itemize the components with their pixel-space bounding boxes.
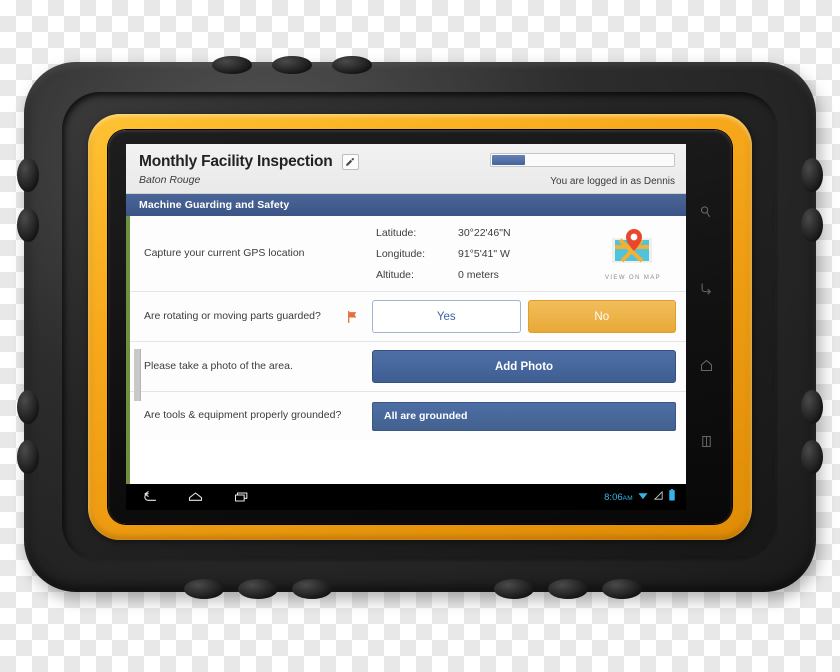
section-header: Machine Guarding and Safety bbox=[126, 194, 686, 216]
map-pin-icon bbox=[606, 227, 660, 272]
rugged-tablet-device: Monthly Facility Inspection Baton Rouge … bbox=[17, 56, 823, 599]
longitude-field: Longitude: 91°5'41" W bbox=[376, 248, 590, 260]
case-grip-nub bbox=[602, 579, 642, 599]
tools-grounded-value[interactable]: All are grounded bbox=[372, 401, 676, 431]
case-grip-nub bbox=[292, 579, 332, 599]
form-rows: Capture your current GPS location Latitu… bbox=[130, 216, 686, 484]
case-grip-nub bbox=[17, 208, 39, 242]
home-icon[interactable] bbox=[699, 358, 714, 373]
status-clock: 8:06AM bbox=[604, 492, 633, 503]
vertical-scrollbar[interactable] bbox=[134, 349, 141, 401]
status-icon-cluster: 8:06AM bbox=[604, 488, 676, 506]
gps-location-row: Capture your current GPS location Latitu… bbox=[130, 216, 686, 292]
nav-back-icon[interactable] bbox=[140, 489, 186, 505]
case-grip-nub bbox=[184, 579, 224, 599]
nav-recents-icon[interactable] bbox=[232, 489, 278, 505]
case-grip-nub bbox=[801, 440, 823, 474]
latitude-label: Latitude: bbox=[376, 226, 417, 239]
bezel-hardware-keys bbox=[690, 174, 722, 480]
altitude-label: Altitude: bbox=[376, 268, 414, 281]
altitude-value: 0 meters bbox=[458, 268, 499, 281]
altitude-field: Altitude: 0 meters bbox=[376, 269, 590, 281]
login-status-text: You are logged in as Dennis bbox=[550, 176, 675, 187]
wifi-icon bbox=[637, 488, 649, 506]
case-grip-nub bbox=[212, 56, 252, 74]
parts-guarded-label: Are rotating or moving parts guarded? bbox=[144, 309, 321, 322]
case-grip-nub bbox=[238, 579, 278, 599]
flag-icon bbox=[346, 310, 372, 324]
edit-title-button[interactable] bbox=[341, 154, 359, 170]
android-navigation-bar: 8:06AM bbox=[126, 484, 686, 510]
progress-fill bbox=[492, 155, 525, 165]
clock-time: 8:06 bbox=[604, 491, 623, 503]
case-grip-nub bbox=[801, 390, 823, 424]
screen-bezel: Monthly Facility Inspection Baton Rouge … bbox=[108, 130, 732, 524]
completion-progress-bar bbox=[490, 153, 675, 167]
gps-row-label: Capture your current GPS location bbox=[144, 246, 305, 259]
take-photo-label: Please take a photo of the area. bbox=[144, 359, 293, 372]
app-header: Monthly Facility Inspection Baton Rouge … bbox=[126, 144, 686, 194]
parts-guarded-row: Are rotating or moving parts guarded? Ye… bbox=[130, 292, 686, 342]
menu-icon[interactable] bbox=[699, 434, 714, 449]
add-photo-button[interactable]: Add Photo bbox=[372, 350, 676, 383]
signal-icon bbox=[653, 488, 664, 506]
page-title: Monthly Facility Inspection bbox=[139, 153, 333, 170]
case-grip-nub bbox=[272, 56, 312, 74]
back-arrow-icon[interactable] bbox=[699, 281, 714, 296]
case-grip-nub bbox=[17, 390, 39, 424]
longitude-label: Longitude: bbox=[376, 247, 426, 260]
nav-home-icon[interactable] bbox=[186, 489, 232, 505]
case-grip-nub bbox=[494, 579, 534, 599]
map-caption: VIEW ON MAP bbox=[604, 274, 662, 281]
search-icon[interactable] bbox=[699, 205, 714, 220]
form-body: Capture your current GPS location Latitu… bbox=[126, 216, 686, 484]
battery-icon bbox=[668, 488, 676, 506]
view-on-map-button[interactable]: VIEW ON MAP bbox=[590, 227, 676, 281]
longitude-value: 91°5'41" W bbox=[458, 247, 510, 260]
take-photo-row: Please take a photo of the area. Add Pho… bbox=[130, 342, 686, 392]
case-grip-nub bbox=[332, 56, 372, 74]
answer-no-button[interactable]: No bbox=[527, 300, 676, 333]
case-grip-nub bbox=[548, 579, 588, 599]
latitude-field: Latitude: 30°22'46"N bbox=[376, 227, 590, 239]
answer-yes-button[interactable]: Yes bbox=[372, 300, 521, 333]
case-grip-nub bbox=[17, 440, 39, 474]
gps-values: Latitude: 30°22'46"N Longitude: 91°5'41"… bbox=[376, 227, 590, 281]
case-grip-nub bbox=[17, 158, 39, 192]
latitude-value: 30°22'46"N bbox=[458, 226, 511, 239]
case-grip-nub bbox=[801, 158, 823, 192]
clock-ampm: AM bbox=[622, 494, 633, 502]
tools-grounded-row: Are tools & equipment properly grounded?… bbox=[130, 392, 686, 440]
tablet-screen: Monthly Facility Inspection Baton Rouge … bbox=[126, 144, 686, 510]
case-grip-nub bbox=[801, 208, 823, 242]
tools-grounded-label: Are tools & equipment properly grounded? bbox=[144, 409, 342, 422]
